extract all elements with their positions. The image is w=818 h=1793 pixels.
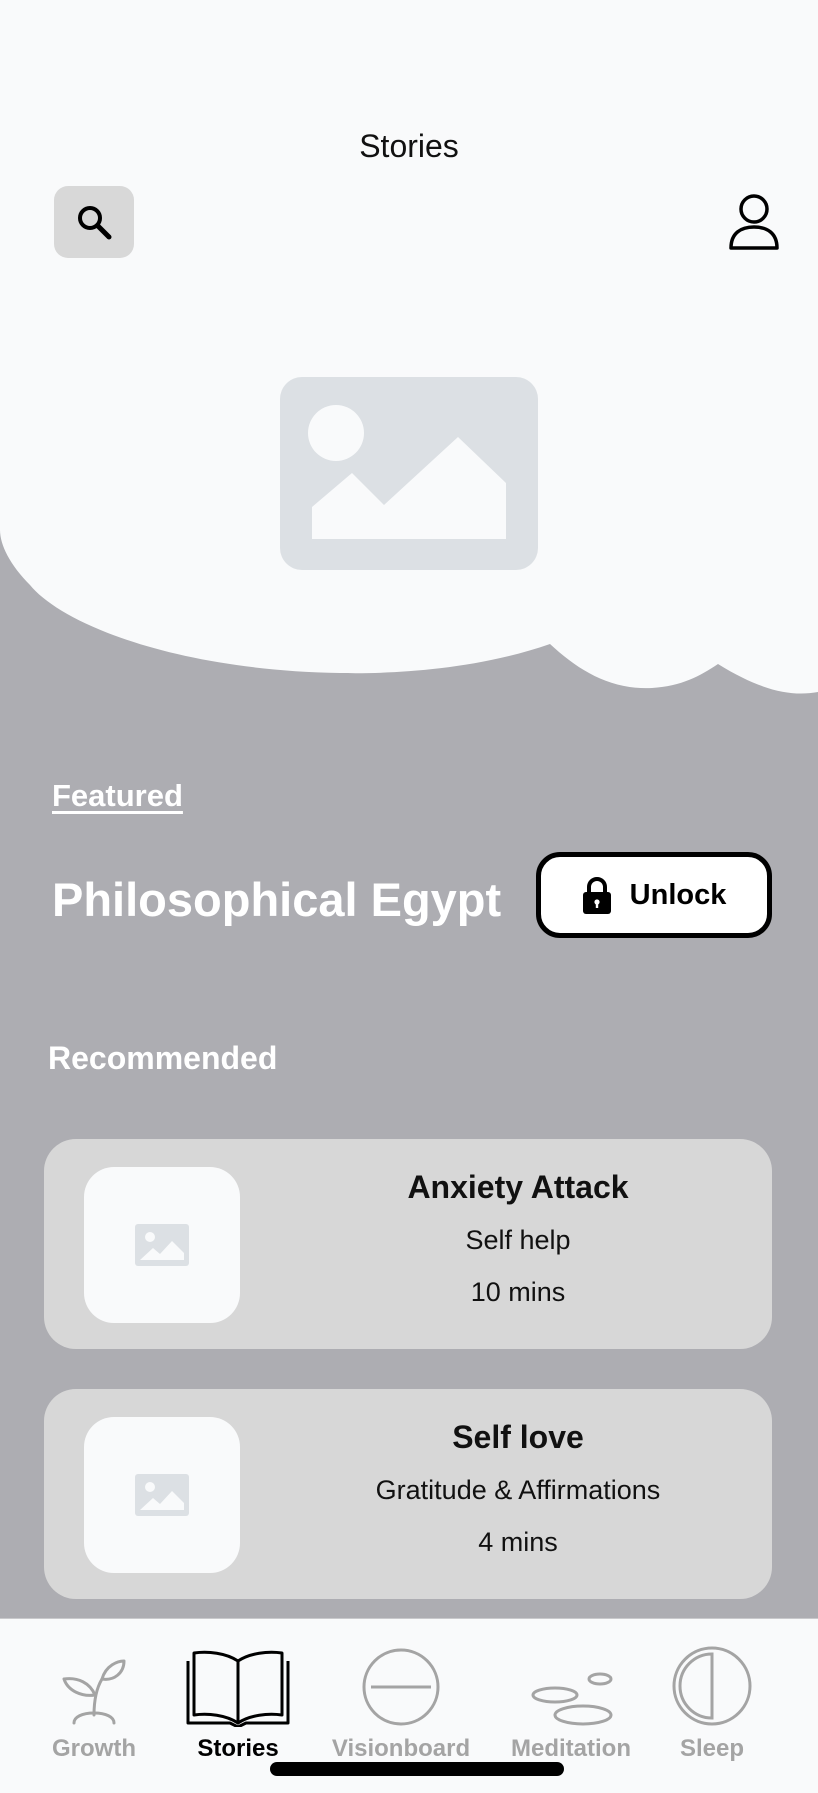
home-indicator[interactable] [270,1762,564,1776]
search-button[interactable] [54,186,134,258]
featured-image-placeholder [280,377,538,570]
tab-label: Growth [52,1735,136,1762]
circle-line-icon [362,1648,440,1726]
user-icon [729,194,779,250]
header-wave-background [0,0,818,694]
story-duration: 4 mins [478,1527,558,1557]
story-category: Gratitude & Affirmations [375,1475,661,1505]
tab-label: Stories [197,1735,279,1762]
recommended-section-title: Recommended [48,1040,278,1076]
tab-label: Meditation [511,1735,631,1762]
story-card-anxiety-attack[interactable]: Anxiety Attack Self help 10 mins [44,1139,772,1349]
search-icon [78,206,112,240]
tab-label: Visionboard [331,1735,471,1762]
story-thumbnail [84,1167,240,1323]
sprout-icon [62,1659,126,1725]
image-placeholder-icon [135,1224,189,1266]
story-title: Self love [452,1419,584,1455]
profile-button[interactable] [725,192,783,252]
featured-section-label[interactable]: Featured [52,778,183,814]
open-book-icon [186,1650,290,1727]
tab-label: Sleep [679,1735,745,1762]
tab-growth[interactable]: Growth [14,1629,174,1769]
tab-meditation[interactable]: Meditation [491,1629,651,1769]
tab-stories[interactable]: Stories [158,1629,318,1769]
unlock-button[interactable]: Unlock [536,852,772,938]
lock-icon [582,877,611,914]
story-thumbnail [84,1417,240,1573]
unlock-button-label: Unlock [629,878,727,911]
image-placeholder-icon [135,1474,189,1516]
story-duration: 10 mins [470,1277,566,1307]
featured-story-title[interactable]: Philosophical Egypt [52,872,501,927]
story-title: Anxiety Attack [407,1169,629,1205]
tab-visionboard[interactable]: Visionboard [321,1629,481,1769]
page-title: Stories [359,128,459,164]
stones-icon [531,1672,613,1726]
half-moon-icon [672,1646,752,1726]
story-category: Self help [465,1225,571,1255]
image-placeholder-icon [308,405,506,539]
story-card-self-love[interactable]: Self love Gratitude & Affirmations 4 min… [44,1389,772,1599]
tab-sleep[interactable]: Sleep [632,1629,792,1769]
